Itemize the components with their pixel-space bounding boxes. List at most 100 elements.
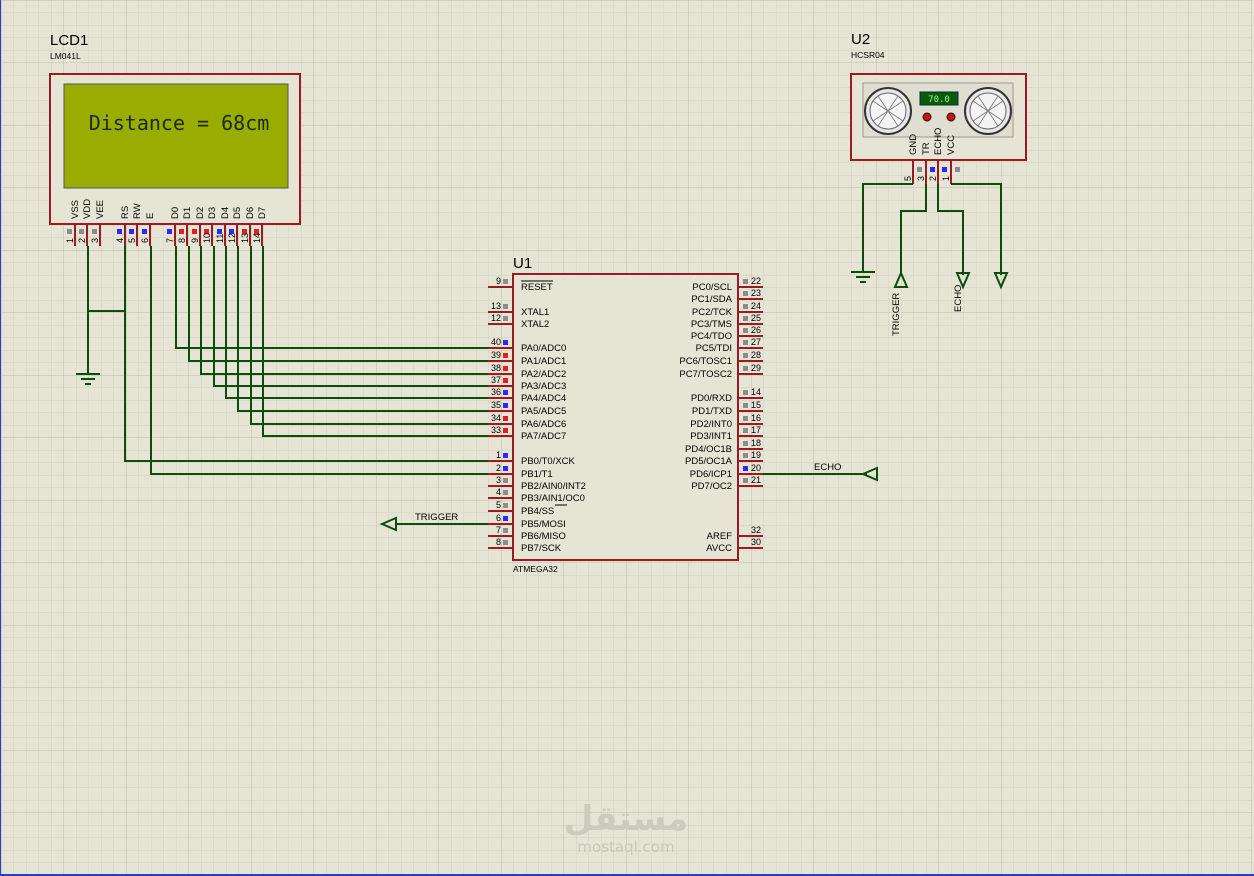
mcu-pin-state [503, 453, 508, 458]
mcu-pin-name: PC2/TCK [692, 307, 733, 318]
mcu-pin-state [503, 516, 508, 521]
mcu-pin-name: PB4/SS [521, 506, 554, 517]
lcd-pin-state [192, 229, 197, 234]
lcd-pin-number: 2 [77, 238, 87, 243]
sensor-pin-state [930, 167, 935, 172]
mcu-pin-name: AREF [707, 531, 733, 542]
sensor-pin-number: 3 [916, 176, 926, 181]
sensor-pin-name: TR [921, 142, 932, 155]
mcu-pin-state [503, 490, 508, 495]
mcu-pin-number: 4 [496, 487, 501, 497]
lcd-pin-name: D2 [195, 207, 206, 219]
mcu-pin-name: PB1/T1 [521, 469, 553, 480]
mcu-pin-number: 5 [496, 500, 501, 510]
mcu-pin-number: 1 [496, 450, 501, 460]
sensor-pin-name: GND [908, 134, 919, 155]
mcu-pin-number: 6 [496, 513, 501, 523]
mcu-pin-number: 37 [491, 375, 501, 385]
schematic-svg[interactable]: مستقل mostaql.com LCD1 LM041L Distance =… [1, 0, 1253, 874]
mcu-pin-number: 35 [491, 400, 501, 410]
lcd-pin-number: 6 [140, 238, 150, 243]
mcu-pin-number: 7 [496, 525, 501, 535]
watermark-latin: mostaql.com [577, 838, 674, 856]
lcd-pin-number: 10 [202, 233, 212, 243]
lcd-pin-number: 4 [115, 238, 125, 243]
mcu-pin-name: PC0/SCL [692, 282, 732, 293]
mcu-pin-number: 3 [496, 475, 501, 485]
lcd-pin-name: VEE [95, 200, 106, 219]
lcd-pin-number: 7 [165, 238, 175, 243]
mcu-pin-state [503, 403, 508, 408]
mcu-pin-number: 25 [751, 313, 761, 323]
sensor-display-value: 70.0 [928, 95, 950, 105]
mcu-pin-state [743, 304, 748, 309]
mcu-pin-number: 27 [751, 337, 761, 347]
mcu-pin-name: PC7/TOSC2 [679, 369, 732, 380]
echo-label-mcu: ECHO [814, 462, 841, 473]
transducer-left-icon [864, 87, 912, 135]
mcu-pin-number: 15 [751, 400, 761, 410]
mcu-pin-number: 17 [751, 425, 761, 435]
mcu-pin-number: 2 [496, 463, 501, 473]
sensor-pin-number: 1 [941, 176, 951, 181]
lcd-display-text: Distance = 68cm [89, 111, 270, 135]
lcd-pin-state [129, 229, 134, 234]
lcd-pin-state [142, 229, 147, 234]
mcu-pin-name: PB2/AIN0/INT2 [521, 481, 586, 492]
lcd-pin-name: D5 [232, 207, 243, 219]
sensor-pin-name: VCC [946, 135, 957, 155]
mcu-pin-name: PB3/AIN1/OC0 [521, 493, 585, 504]
mcu-pin-name: PD3/INT1 [690, 431, 732, 442]
mcu-pin-name: PD1/TXD [692, 406, 732, 417]
lcd-part-label: LM041L [50, 51, 81, 61]
mcu-pin-state [743, 353, 748, 358]
mcu-component[interactable]: U1 ATMEGA32 9RESET13XTAL112XTAL240PA0/AD… [488, 255, 763, 574]
mcu-pin-number: 23 [751, 288, 761, 298]
mcu-pin-number: 36 [491, 387, 501, 397]
mcu-pin-number: 26 [751, 325, 761, 335]
transducer-right-icon [964, 87, 1012, 135]
mcu-pin-number: 28 [751, 350, 761, 360]
mcu-pin-number: 20 [751, 463, 761, 473]
mcu-pin-name: PB7/SCK [521, 543, 562, 554]
lcd-pin-state [67, 229, 72, 234]
mcu-pin-number: 19 [751, 450, 761, 460]
mcu-pin-state [503, 428, 508, 433]
sensor-pin-number: 5 [903, 176, 913, 181]
mcu-pin-name: PD5/OC1A [685, 456, 733, 467]
sensor-pin-name: ECHO [933, 128, 944, 155]
mcu-pin-number: 24 [751, 301, 761, 311]
lcd-pin-state [179, 229, 184, 234]
mcu-pin-name: PA2/ADC2 [521, 369, 566, 380]
lcd-pin-name: D0 [170, 207, 181, 219]
mcu-pin-state [503, 316, 508, 321]
lcd-pin-state [167, 229, 172, 234]
mcu-pin-name: PC3/TMS [691, 319, 732, 330]
mcu-pin-name: PC4/TDO [691, 331, 732, 342]
mcu-pin-number: 34 [491, 413, 501, 423]
mcu-pin-number: 38 [491, 363, 501, 373]
mcu-pin-number: 39 [491, 350, 501, 360]
lcd-pin-number: 1 [65, 238, 75, 243]
mcu-pin-name: AVCC [706, 543, 732, 554]
mcu-pin-name: PA4/ADC4 [521, 393, 566, 404]
mcu-pin-name: PD0/RXD [691, 393, 732, 404]
mcu-pin-name: PD6/ICP1 [690, 469, 732, 480]
watermark: مستقل mostaql.com [564, 799, 688, 856]
schematic-canvas[interactable]: مستقل mostaql.com LCD1 LM041L Distance =… [0, 0, 1254, 876]
mcu-pin-number: 33 [491, 425, 501, 435]
mcu-pin-name: PB0/T0/XCK [521, 456, 576, 467]
lcd-pin-name: D7 [257, 207, 268, 219]
lcd-pin-state [217, 229, 222, 234]
mcu-pin-number: 29 [751, 363, 761, 373]
lcd-pin-name: D6 [245, 207, 256, 219]
mcu-ref-label: U1 [513, 255, 532, 272]
mcu-pin-name: PB5/MOSI [521, 519, 566, 530]
lcd-pin-name: VSS [70, 200, 81, 219]
lcd-screen [63, 83, 289, 189]
sensor-pin-number: 2 [928, 176, 938, 181]
mcu-pin-state [503, 304, 508, 309]
mcu-pin-state [743, 279, 748, 284]
mcu-pin-number: 40 [491, 337, 501, 347]
mcu-pin-state [503, 528, 508, 533]
